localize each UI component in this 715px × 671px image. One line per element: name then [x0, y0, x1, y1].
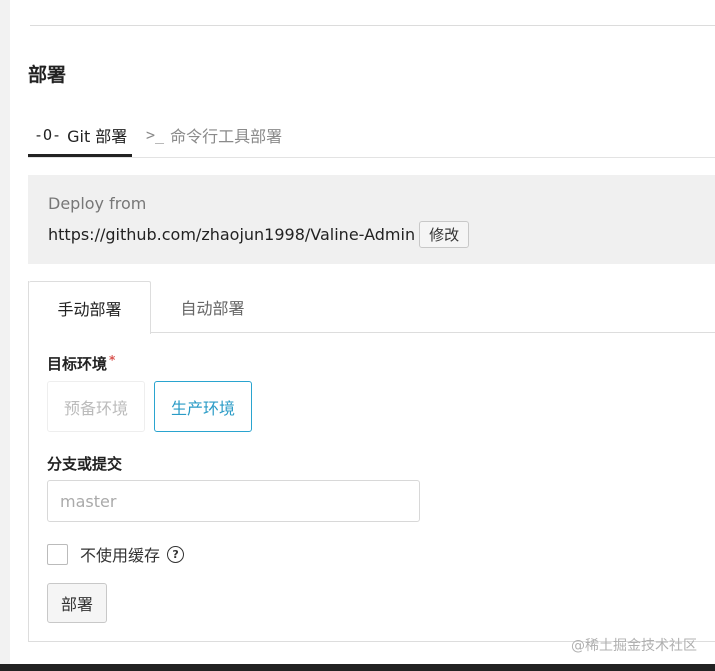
- deploy-from-heading: Deploy from: [48, 194, 147, 213]
- no-cache-label: 不使用缓存: [80, 546, 161, 565]
- branch-input[interactable]: [47, 480, 420, 522]
- section-title: 部署: [28, 64, 67, 86]
- page: 部署 -O- Git 部署 >_ 命令行工具部署 Deploy from htt…: [10, 0, 715, 671]
- env-field-label: 目标环境 *: [47, 353, 115, 374]
- watermark: @稀土掘金技术社区: [571, 638, 697, 654]
- env-option-staging: 预备环境: [47, 381, 145, 432]
- active-tab-indicator: [28, 154, 132, 157]
- required-marker: *: [109, 353, 116, 367]
- edit-repo-button[interactable]: 修改: [419, 221, 470, 248]
- env-option-production[interactable]: 生产环境: [154, 381, 252, 432]
- env-label-text: 目标环境: [47, 355, 108, 373]
- bottom-bar: [0, 664, 715, 671]
- repo-line: https://github.com/zhaojun1998/Valine-Ad…: [48, 221, 470, 248]
- tab-git-deploy[interactable]: -O- Git 部署: [34, 113, 127, 157]
- top-card: [30, 0, 715, 26]
- tab-git-deploy-label: Git 部署: [67, 127, 128, 146]
- help-icon[interactable]: ?: [167, 545, 185, 563]
- deploy-panel: 手动部署 自动部署 目标环境* 预备环境 生产环境 分支或提交 不使用缓存 ? …: [28, 281, 715, 642]
- deploy-source-box: Deploy from https://github.com/zhaojun19…: [28, 175, 715, 264]
- tab-cli-deploy[interactable]: >_ 命令行工具部署: [146, 113, 282, 157]
- repo-url: https://github.com/zhaojun1998/Valine-Ad…: [48, 225, 416, 244]
- git-icon: -O-: [34, 126, 62, 144]
- main-tabs: -O- Git 部署 >_ 命令行工具部署: [28, 113, 715, 158]
- tab-manual-deploy[interactable]: 手动部署: [29, 281, 151, 334]
- terminal-icon: >_: [146, 126, 165, 144]
- tab-cli-deploy-label: 命令行工具部署: [170, 127, 283, 146]
- no-cache-row: 不使用缓存 ?: [47, 542, 185, 566]
- tab-auto-deploy[interactable]: 自动部署: [150, 281, 275, 333]
- branch-field-label: 分支或提交: [47, 455, 123, 473]
- no-cache-checkbox[interactable]: [47, 543, 68, 565]
- deploy-button[interactable]: 部署: [47, 583, 108, 623]
